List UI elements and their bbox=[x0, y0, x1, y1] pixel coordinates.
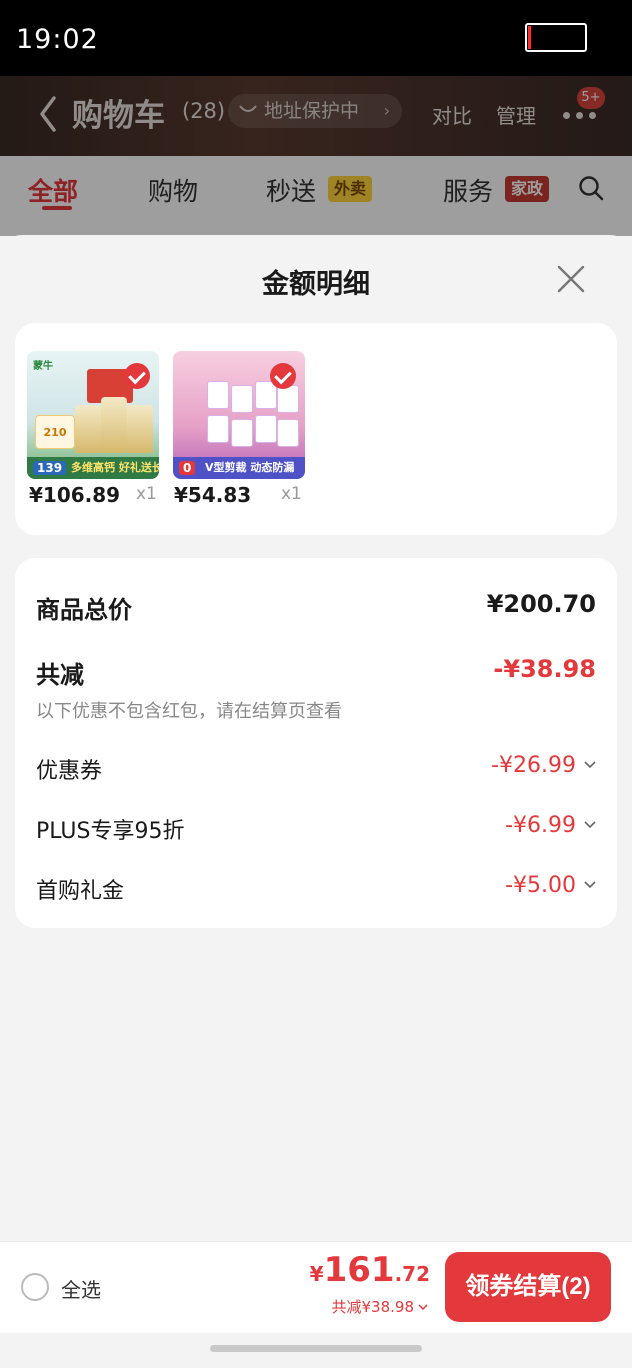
discount-value: -¥26.99 bbox=[491, 753, 576, 778]
chevron-down-icon bbox=[584, 881, 596, 889]
coupon-graphic: 210 bbox=[35, 415, 75, 449]
product-qty: x1 bbox=[136, 484, 157, 504]
chevron-down-icon bbox=[584, 821, 596, 829]
product-image[interactable]: 蒙牛 210 多维高钙 好礼送长辈 139 bbox=[27, 351, 159, 479]
pay-amount: ¥161.72 bbox=[310, 1250, 430, 1290]
product-price: ¥54.83 bbox=[174, 483, 252, 507]
reduce-label: 共减 bbox=[36, 661, 84, 689]
checkout-button[interactable]: 领券结算(2) bbox=[445, 1252, 611, 1322]
amount-integer: 161 bbox=[323, 1250, 395, 1290]
currency-symbol: ¥ bbox=[309, 1262, 324, 1286]
product-chip: 139 bbox=[33, 461, 67, 475]
home-indicator[interactable] bbox=[210, 1345, 422, 1352]
select-all-label[interactable]: 全选 bbox=[61, 1274, 101, 1303]
battery-icon bbox=[525, 23, 587, 52]
amount-decimal: .72 bbox=[394, 1262, 430, 1286]
product-qty: x1 bbox=[281, 484, 302, 504]
chevron-down-icon bbox=[418, 1304, 428, 1311]
discount-label: 优惠券 bbox=[36, 759, 103, 784]
brand-logo: 蒙牛 bbox=[33, 361, 53, 372]
products-card: 蒙牛 210 多维高钙 好礼送长辈 139 ¥106.89 x1 V型剪裁 动态… bbox=[15, 323, 617, 535]
total-value: ¥200.70 bbox=[486, 590, 596, 618]
modal-overlay[interactable] bbox=[0, 76, 632, 236]
status-time: 19:02 bbox=[16, 24, 99, 55]
discount-note: 以下优惠不包含红包，请在结算页查看 bbox=[36, 701, 342, 722]
discount-value: -¥5.00 bbox=[505, 873, 576, 898]
reduce-value: -¥38.98 bbox=[493, 655, 596, 683]
close-icon[interactable] bbox=[556, 264, 586, 294]
product-chip: 0 bbox=[179, 461, 196, 475]
discount-label: PLUS专享95折 bbox=[36, 819, 185, 844]
discount-label: 首购礼金 bbox=[36, 879, 125, 904]
reduce-summary[interactable]: 共减¥38.98 bbox=[332, 1296, 429, 1317]
discount-value: -¥6.99 bbox=[505, 813, 576, 838]
selected-check-icon bbox=[270, 363, 296, 389]
reduce-summary-text: 共减¥38.98 bbox=[331, 1298, 415, 1316]
sheet-title: 金额明细 bbox=[262, 269, 370, 300]
product-price: ¥106.89 bbox=[29, 483, 121, 507]
total-label: 商品总价 bbox=[36, 596, 132, 624]
select-all-checkbox[interactable] bbox=[21, 1273, 49, 1301]
selected-check-icon bbox=[124, 363, 150, 389]
chevron-down-icon bbox=[584, 761, 596, 769]
checkout-bar: 全选 ¥161.72 共减¥38.98 领券结算(2) bbox=[0, 1241, 632, 1333]
status-bar: 19:02 bbox=[0, 0, 632, 76]
product-image[interactable]: V型剪裁 动态防漏 0 bbox=[173, 351, 305, 479]
